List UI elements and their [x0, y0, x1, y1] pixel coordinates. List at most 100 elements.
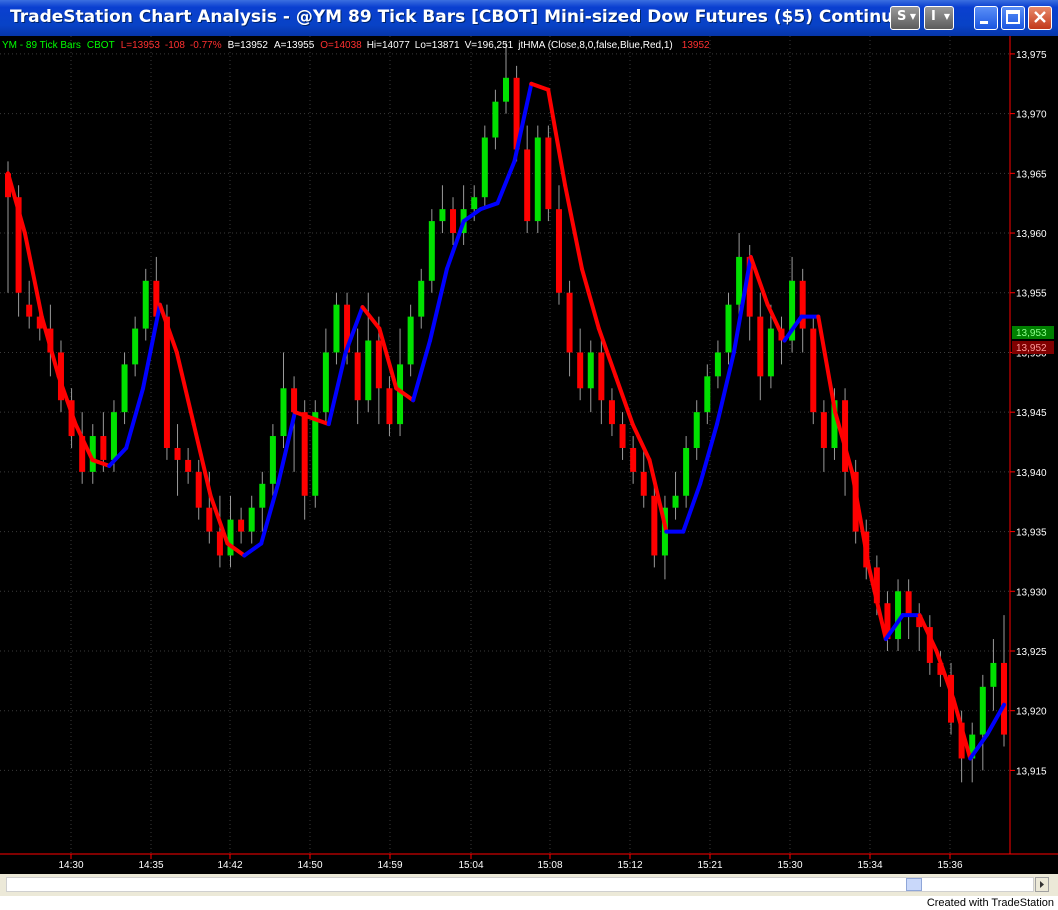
candle-body	[767, 328, 774, 377]
candle-body	[704, 376, 711, 413]
x-tick-label: 14:50	[297, 860, 322, 871]
candle-body	[492, 101, 499, 138]
price-axis: 13,915 13,920 13,925 13,930 13,935 13,940 13,9…	[1010, 50, 1047, 777]
hma-segment	[174, 350, 196, 427]
y-tick-label: 13,970	[1016, 110, 1047, 121]
minimize-button[interactable]	[974, 6, 998, 30]
maximize-icon	[1006, 10, 1020, 24]
y-tick-label: 13,935	[1016, 528, 1047, 539]
candle-body	[121, 364, 128, 413]
s-menu-label: S	[897, 9, 907, 24]
scroll-right-button[interactable]	[1035, 877, 1049, 892]
candle-body	[386, 388, 393, 425]
candle-body	[259, 483, 266, 508]
minimize-icon	[980, 21, 988, 24]
hma-segment	[478, 201, 500, 212]
last-price-label: 13,953	[1016, 328, 1047, 339]
candle-body	[407, 316, 414, 365]
candle-body	[26, 304, 33, 317]
candle-body	[100, 436, 107, 460]
x-tick-label: 15:08	[537, 860, 562, 871]
candle-body	[450, 209, 457, 234]
candle-body	[142, 280, 149, 329]
candle-body	[587, 352, 594, 389]
chevron-down-icon: ▼	[909, 12, 916, 21]
candle-body	[545, 137, 552, 210]
candle-body	[375, 340, 382, 389]
candle-body	[820, 412, 827, 448]
candle-body	[619, 424, 626, 448]
x-tick-label: 15:04	[458, 860, 483, 871]
candle-body	[555, 209, 562, 293]
hma-segment	[563, 183, 584, 271]
x-tick-label: 15:30	[777, 860, 802, 871]
candle-body	[481, 137, 488, 198]
hma-segment	[495, 159, 517, 206]
time-axis: 14:30 14:35 14:42 14:50 14:59 15:04 15:08 15:12…	[58, 854, 963, 871]
candle-body	[216, 531, 223, 556]
status-volume: V=196,251	[465, 40, 514, 51]
horizontal-scrollbar[interactable]	[0, 874, 1058, 896]
y-tick-label: 13,930	[1016, 587, 1047, 598]
x-tick-label: 14:42	[217, 860, 242, 871]
candle-body	[693, 412, 700, 448]
x-tick-label: 14:35	[138, 860, 163, 871]
candle-body	[174, 447, 181, 460]
candle-body	[598, 352, 605, 401]
close-button[interactable]	[1028, 6, 1052, 30]
price-chart[interactable]: 13,915 13,920 13,925 13,930 13,935 13,940 13,9…	[0, 36, 1058, 874]
chart-canvas[interactable]: 13,915 13,920 13,925 13,930 13,935 13,940 13,9…	[0, 36, 1058, 874]
status-last: L=13953	[121, 40, 161, 51]
hma-segment	[748, 254, 770, 307]
y-tick-label: 13,920	[1016, 707, 1047, 718]
candle-body	[566, 292, 573, 353]
y-tick-label: 13,955	[1016, 289, 1047, 300]
candle-body	[990, 662, 997, 687]
candle-body	[333, 304, 340, 353]
hma-segment	[529, 81, 551, 92]
chevron-down-icon: ▼	[943, 12, 950, 21]
candle-body	[757, 316, 764, 377]
hma-segment	[292, 410, 314, 421]
y-tick-label: 13,960	[1016, 229, 1047, 240]
candle-body	[979, 686, 986, 735]
candle-body	[905, 591, 912, 616]
candle-body	[291, 388, 298, 413]
status-ask: A=13955	[274, 40, 315, 51]
indicator-price-label: 13,952	[1016, 343, 1047, 354]
last-price-marker: 13,953	[1012, 326, 1054, 339]
scroll-thumb[interactable]	[906, 878, 922, 891]
candle-body	[132, 328, 139, 365]
x-tick-label: 14:30	[58, 860, 83, 871]
scroll-track[interactable]	[6, 877, 1034, 892]
i-menu-label: I	[931, 9, 936, 24]
maximize-button[interactable]	[1001, 6, 1025, 30]
candle-body	[503, 77, 509, 102]
candle-body	[238, 519, 245, 532]
s-menu-button[interactable]: S ▼	[890, 6, 920, 30]
candle-body	[312, 412, 319, 496]
y-tick-label: 13,915	[1016, 766, 1047, 777]
title-bar[interactable]: TradeStation Chart Analysis - @YM 89 Tic…	[0, 0, 1058, 36]
candle-body	[110, 412, 117, 460]
hma-segment	[579, 266, 601, 331]
x-tick-label: 15:36	[937, 860, 962, 871]
candle-body	[640, 471, 647, 496]
x-tick-label: 15:12	[617, 860, 642, 871]
window-title: TradeStation Chart Analysis - @YM 89 Tic…	[10, 7, 890, 27]
status-indicator-value: 13952	[682, 40, 710, 51]
candle-body	[736, 256, 743, 305]
credit-text: Created with TradeStation	[926, 897, 1054, 909]
hma-segment	[242, 541, 264, 558]
hma-segment	[360, 305, 382, 331]
i-menu-button[interactable]: I ▼	[924, 6, 954, 30]
status-change-pct: -0.77%	[190, 40, 222, 51]
candle-body	[269, 436, 276, 484]
y-tick-label: 13,965	[1016, 169, 1047, 180]
status-high: Hi=14077	[367, 40, 411, 51]
hma-segment	[411, 338, 433, 403]
status-readout: YM - 89 Tick Bars CBOT L=13953 -108 -0.77% B=…	[2, 40, 710, 51]
candle-body	[651, 495, 658, 556]
y-tick-label: 13,975	[1016, 50, 1047, 61]
y-tick-label: 13,940	[1016, 468, 1047, 479]
